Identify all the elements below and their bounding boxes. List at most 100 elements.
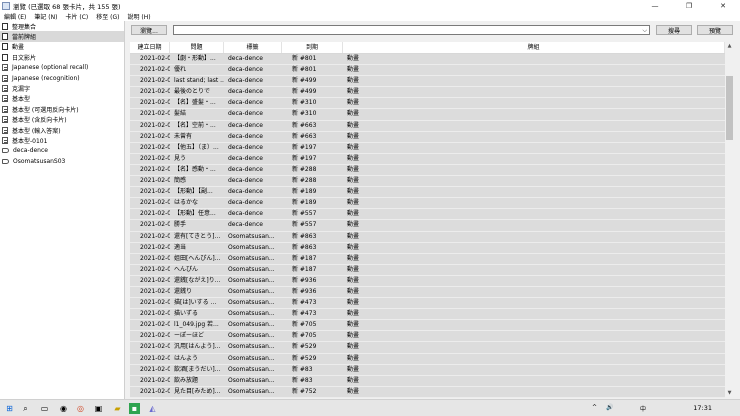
table-row[interactable]: 2021-02-07 還銭り Osomatsusan... 新 #936 動畫: [130, 286, 725, 299]
table-row[interactable]: 2021-02-07 【名】空前・... deca-dence 新 #663 動畫: [130, 120, 725, 132]
column-header-created[interactable]: 建立日期: [130, 42, 170, 53]
ime-indicator[interactable]: 中: [640, 404, 646, 413]
table-row[interactable]: 2021-02-07 【名】盛髪・... deca-dence 新 #310 動畫: [130, 98, 725, 110]
table-row[interactable]: 2021-02-07 見た目[みため]... Osomatsusan... 新 #75…: [130, 386, 725, 398]
table-row[interactable]: 2021-02-07 【他五】（ま）... deca-dence 新 #197 動畫: [130, 142, 725, 154]
table-row[interactable]: 2021-02-07 未曾有 deca-dence 新 #663 動畫: [130, 131, 725, 143]
menu-cards[interactable]: 卡片 (C): [61, 12, 92, 21]
cell-created: 2021-02-07: [140, 310, 170, 318]
toolbar: 瀏覽... ⌵ 搜尋 預覽: [125, 21, 740, 40]
menu-edit[interactable]: 編輯 (E): [0, 12, 30, 21]
cell-due: 新 #557: [292, 210, 317, 218]
column-header-deck[interactable]: 牌組: [343, 42, 725, 53]
sidebar-item[interactable]: 基本型 (含反向卡片): [0, 115, 124, 125]
column-header-due[interactable]: 到期: [282, 42, 343, 53]
cell-deck: 動畫: [347, 132, 360, 140]
clock[interactable]: 17:31: [693, 404, 712, 412]
table-row[interactable]: 2021-02-07 ーぽーほど Osomatsusan... 新 #705 動畫: [130, 331, 725, 343]
search-icon[interactable]: ⌕: [20, 403, 31, 414]
table-row[interactable]: 2021-02-07 簡感 deca-dence 新 #288 動畫: [130, 176, 725, 188]
folder-icon[interactable]: ▰: [112, 403, 123, 414]
minimize-button[interactable]: —: [638, 0, 672, 11]
browser-icon[interactable]: ◎: [75, 403, 86, 414]
table-row[interactable]: 2021-02-07 飲み放題 Osomatsusan... 新 #83 動畫: [130, 375, 725, 387]
scroll-down-icon[interactable]: ▼: [725, 389, 734, 398]
sidebar-item[interactable]: deca-dence: [0, 146, 124, 156]
search-input[interactable]: ⌵: [173, 25, 650, 35]
table-row[interactable]: 2021-02-07 【名】感動・... deca-dence 新 #288 動畫: [130, 164, 725, 177]
cell-tags: deca-dence: [228, 88, 263, 96]
app-icon-1[interactable]: ◉: [58, 403, 69, 414]
scroll-up-icon[interactable]: ▲: [725, 42, 734, 51]
table-row[interactable]: 2021-02-07 へんぴん Osomatsusan... 新 #187 動畫: [130, 264, 725, 276]
preview-button[interactable]: 預覽: [697, 25, 733, 35]
table-row[interactable]: 2021-02-07 はんよう Osomatsusan... 新 #529 動畫: [130, 353, 725, 365]
sidebar-item[interactable]: Japanese (optional recall): [0, 63, 124, 73]
maximize-button[interactable]: ❐: [672, 0, 706, 11]
table-row[interactable]: 2021-02-07 last stand; last ... deca-dence…: [130, 76, 725, 88]
table-row[interactable]: 2021-02-07 l1_049.jpg 若... Osomatsusan... 新…: [130, 320, 725, 332]
sidebar-item-label: 基本型 (可選用反向卡片): [12, 106, 79, 114]
sidebar-item[interactable]: OsomatsusanS03: [0, 156, 124, 166]
table-row[interactable]: 2021-02-07 飲酒[まうだい]... Osomatsusan... 新 #83…: [130, 364, 725, 376]
vertical-scrollbar[interactable]: ▲ ▼: [725, 42, 734, 398]
sidebar-item-label: OsomatsusanS03: [13, 157, 66, 165]
task-view-icon[interactable]: ▭: [39, 403, 50, 414]
start-icon[interactable]: ⊞: [4, 403, 15, 414]
table-row[interactable]: 2021-02-07 はるかな deca-dence 新 #189 動畫: [130, 198, 725, 210]
cell-deck: 動畫: [347, 210, 360, 218]
table-row[interactable]: 2021-02-07 姐田[へんぴん]... Osomatsusan... 新 #18…: [130, 253, 725, 265]
sidebar-item[interactable]: 當前牌組: [0, 31, 124, 42]
table-row[interactable]: 2021-02-07 汎用[はんよう]... Osomatsusan... 新 #52…: [130, 342, 725, 354]
table-row[interactable]: 2021-02-07 描[は]いする ... Osomatsusan... 新 #47…: [130, 298, 725, 310]
sidebar-item-label: 基本型-0101: [12, 137, 48, 145]
chevron-down-icon[interactable]: ⌵: [642, 26, 647, 35]
cell-deck: 動畫: [347, 287, 360, 295]
sidebar: 整理集合 當前牌組 動畫 日文影片 Japanese (optional recall)…: [0, 21, 125, 399]
column-header-tags[interactable]: 標籤: [224, 42, 282, 53]
app-icon-3[interactable]: ◭: [147, 403, 158, 414]
menu-notes[interactable]: 筆記 (N): [30, 12, 61, 21]
sidebar-item[interactable]: 基本型 (可選用反向卡片): [0, 104, 124, 114]
table-row[interactable]: 2021-02-07 還銭[ながえ]り... Osomatsusan... 新 #93…: [130, 275, 725, 287]
sidebar-item[interactable]: 克漏字: [0, 83, 124, 93]
sidebar-item[interactable]: Japanese (recognition): [0, 73, 124, 83]
cell-tags: deca-dence: [228, 121, 263, 129]
cell-question: 見た目[みため]...: [174, 387, 221, 395]
table-row[interactable]: 2021-02-07 適当 Osomatsusan... 新 #863 動畫: [130, 242, 725, 254]
column-header-question[interactable]: 問題: [170, 42, 224, 53]
table-row[interactable]: 2021-02-07 【形動】【副... deca-dence 新 #189 動畫: [130, 187, 725, 199]
sidebar-item[interactable]: 整理集合: [0, 21, 124, 31]
cell-question: ーぽーほど: [174, 332, 205, 340]
cell-deck: 動畫: [347, 221, 360, 229]
table-row[interactable]: 2021-02-07 描いずる Osomatsusan... 新 #473 動畫: [130, 309, 725, 321]
sidebar-item[interactable]: 基本型-0101: [0, 135, 124, 145]
sidebar-item[interactable]: 日文影片: [0, 52, 124, 62]
menu-help[interactable]: 說明 (H): [124, 12, 155, 21]
menu-go[interactable]: 移至 (G): [92, 12, 123, 21]
table-row[interactable]: 2021-02-07 勝手 deca-dence 新 #557 動畫: [130, 220, 725, 232]
table-row[interactable]: 2021-02-07 見う deca-dence 新 #197 動畫: [130, 153, 725, 165]
cell-question: 【形動】任意...: [174, 210, 216, 218]
sidebar-item[interactable]: 動畫: [0, 42, 124, 52]
volume-icon[interactable]: 🔊: [606, 404, 613, 411]
table-row[interactable]: 2021-02-07 優れ deca-dence 新 #801 動畫: [130, 65, 725, 77]
app-icon-2[interactable]: ▪: [129, 403, 140, 414]
anki-icon[interactable]: ▣: [93, 403, 104, 414]
table-row[interactable]: 2021-02-07 還有[てきとう]... Osomatsusan... 新 #86…: [130, 231, 725, 243]
filter-icon: [2, 85, 8, 93]
tray-chevron-icon[interactable]: ^: [592, 404, 597, 411]
search-button[interactable]: 瀏覽...: [131, 25, 167, 35]
cell-created: 2021-02-07: [140, 254, 170, 262]
close-button[interactable]: ✕: [706, 0, 740, 11]
table-row[interactable]: 2021-02-07 最後のとりで deca-dence 新 #499 動畫: [130, 87, 725, 99]
sidebar-item[interactable]: 基本型 (輸入答案): [0, 125, 124, 135]
cell-due: 新 #936: [292, 287, 317, 295]
find-button[interactable]: 搜尋: [656, 25, 692, 35]
sidebar-item[interactable]: 基本型: [0, 94, 124, 104]
cell-question: 還銭[ながえ]り...: [174, 276, 221, 284]
table-row[interactable]: 2021-02-07 【劇・形動】... deca-dence 新 #801 動畫: [130, 54, 725, 66]
table-row[interactable]: 2021-02-07 髪結 deca-dence 新 #310 動畫: [130, 109, 725, 121]
scrollbar-thumb[interactable]: [726, 76, 733, 140]
table-row[interactable]: 2021-02-07 【形動】任意... deca-dence 新 #557 動畫: [130, 209, 725, 221]
